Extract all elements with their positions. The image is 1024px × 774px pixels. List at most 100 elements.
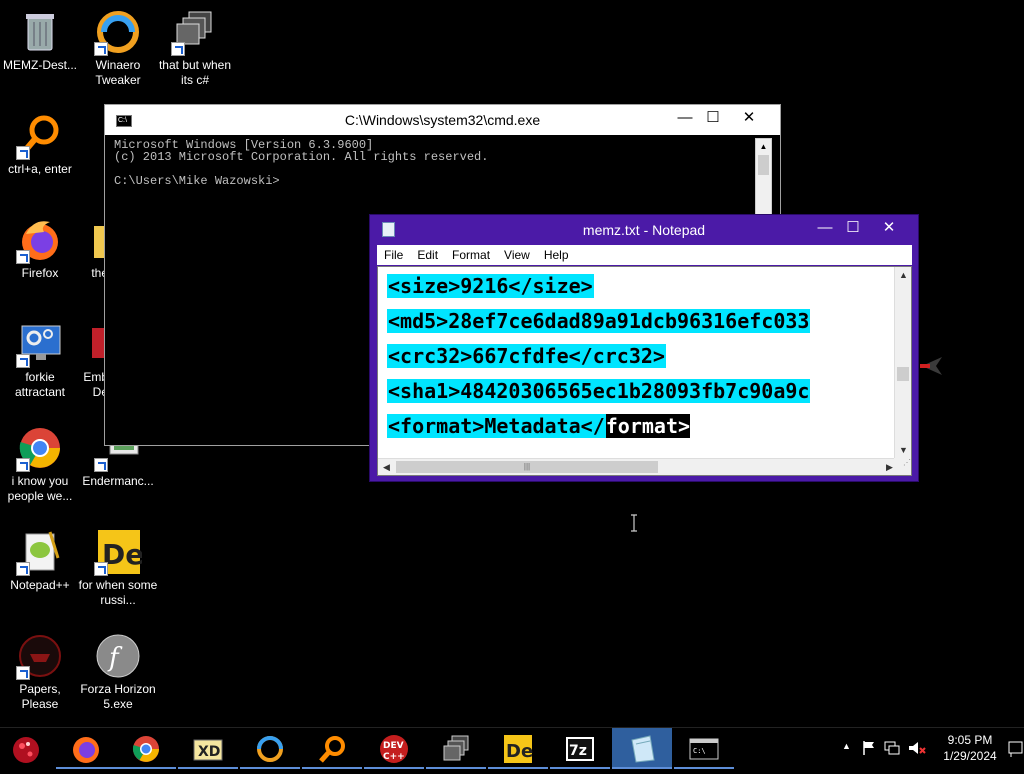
desktop-icon-recycle-bin[interactable]: MEMZ-Dest...	[0, 8, 80, 73]
maximize-button[interactable]: ☐	[838, 217, 868, 239]
desktop-icon-forza[interactable]: f Forza Horizon 5.exe	[78, 632, 158, 712]
taskbar-task-view[interactable]	[426, 728, 486, 769]
taskbar-de[interactable]: De	[488, 728, 548, 769]
icon-label: Forza Horizon 5.exe	[80, 682, 156, 711]
icon-label: for when some russi...	[78, 578, 158, 607]
desktop-icon-that-but[interactable]: that but when its c#	[155, 8, 235, 88]
cursor-trail-icon	[918, 355, 944, 377]
magnifier-icon	[16, 112, 64, 160]
recycle-bin-icon	[16, 8, 64, 56]
minimize-button[interactable]: —	[670, 107, 700, 129]
taskbar: XD DEV C++ De 7z C:\ ▲ 9:05 PM 1/29/2024	[0, 727, 1024, 769]
svg-text:C:\: C:\	[693, 747, 706, 755]
action-center-flag-icon[interactable]	[862, 740, 876, 759]
taskbar-search[interactable]	[302, 728, 362, 769]
icon-label: MEMZ-Dest...	[3, 58, 77, 72]
icon-label: ctrl+a, enter	[8, 162, 72, 176]
taskbar-firefox[interactable]	[56, 728, 116, 769]
cmd-scrollbar[interactable]: ▲	[755, 138, 772, 218]
show-hidden-icons-button[interactable]: ▲	[842, 741, 851, 751]
unselected-text: format>	[605, 414, 691, 438]
system-tray: ▲	[838, 728, 928, 769]
taskbar-xd[interactable]: XD	[178, 728, 238, 769]
taskbar-cmd[interactable]: C:\	[674, 728, 734, 769]
7zip-icon: 7z	[564, 734, 596, 764]
icon-label: i know you people we...	[7, 474, 73, 503]
taskbar-chrome[interactable]	[116, 728, 176, 769]
minimize-button[interactable]: —	[810, 217, 840, 239]
cmd-titlebar[interactable]: C:\ C:\Windows\system32\cmd.exe — ☐ ✕	[105, 105, 780, 135]
clock-time: 9:05 PM	[947, 733, 993, 747]
text-cursor-icon	[630, 514, 638, 532]
desktop-icon-firefox[interactable]: Firefox	[0, 216, 80, 281]
start-button[interactable]	[0, 728, 56, 769]
selected-text: <format>Metadata</	[387, 414, 606, 438]
scroll-thumb[interactable]: |||	[396, 461, 658, 473]
scroll-left-arrow-icon[interactable]: ◀	[378, 459, 395, 475]
clock[interactable]: 9:05 PM 1/29/2024	[930, 728, 1010, 769]
scroll-down-arrow-icon[interactable]: ▼	[895, 442, 911, 459]
cmd-output[interactable]: Microsoft Windows [Version 6.3.9600] (c)…	[105, 135, 780, 191]
desktop-icon-for-when[interactable]: De for when some russi...	[78, 528, 158, 608]
icon-label: Winaero Tweaker	[95, 58, 141, 87]
volume-muted-icon[interactable]	[908, 740, 926, 759]
vertical-scrollbar[interactable]: ▲ ▼	[894, 267, 911, 459]
desktop-icon-forkie[interactable]: forkie attractant	[0, 320, 80, 400]
desktop-icon-papers[interactable]: Papers, Please	[0, 632, 80, 712]
firefox-icon	[16, 216, 64, 264]
notepadpp-icon	[16, 528, 64, 576]
svg-text:XD: XD	[198, 744, 220, 760]
text-lines: <size>9216</size> <md5>28ef7ce6dad89a91d…	[387, 269, 885, 444]
notepad-text-area[interactable]: <size>9216</size> <md5>28ef7ce6dad89a91d…	[377, 266, 912, 476]
maximize-button[interactable]: ☐	[698, 107, 728, 129]
flash-icon: f	[94, 632, 142, 680]
taskbar-winaero[interactable]	[240, 728, 300, 769]
scroll-thumb[interactable]	[897, 367, 909, 381]
cmd-icon: C:\	[688, 734, 720, 764]
menu-file[interactable]: File	[377, 245, 410, 265]
menu-edit[interactable]: Edit	[410, 245, 445, 265]
icon-label: Firefox	[21, 266, 59, 280]
desktop-icon-notepadpp[interactable]: Notepad++	[0, 528, 80, 593]
icon-label: Notepad++	[10, 578, 70, 592]
desktop-icon-ctrl-a[interactable]: ctrl+a, enter	[0, 112, 80, 177]
xd-icon: XD	[192, 734, 224, 764]
text-line: <md5>28ef7ce6dad89a91dcb96316efc033	[387, 304, 885, 339]
chrome-icon	[16, 424, 64, 472]
settings-monitor-icon	[16, 320, 64, 368]
resize-grip-icon[interactable]: ⋰	[894, 458, 911, 475]
taskbar-notepad[interactable]	[612, 728, 672, 769]
scroll-up-arrow-icon[interactable]: ▲	[756, 139, 771, 155]
taskbar-devcpp[interactable]: DEV C++	[364, 728, 424, 769]
svg-text:De: De	[102, 538, 142, 571]
selected-text: <md5>28ef7ce6dad89a91dcb96316efc033	[387, 309, 811, 333]
notification-icon[interactable]	[1006, 728, 1024, 769]
notepad-window[interactable]: memz.txt - Notepad — ☐ ✕ File Edit Format V…	[369, 214, 919, 482]
de-icon: De	[94, 528, 144, 576]
papers-please-icon	[16, 632, 64, 680]
text-line: <size>9216</size>	[387, 269, 885, 304]
taskbar-7zip[interactable]: 7z	[550, 728, 610, 769]
horizontal-scrollbar[interactable]: ◀ ||| ▶	[378, 458, 898, 475]
desktop-icon-winaero[interactable]: Winaero Tweaker	[78, 8, 158, 88]
network-icon[interactable]	[884, 740, 900, 759]
scroll-thumb[interactable]	[758, 155, 769, 175]
close-button[interactable]: ✕	[874, 217, 904, 239]
svg-text:7z: 7z	[569, 743, 587, 759]
selected-text: <size>9216</size>	[387, 274, 594, 298]
windows-stack-icon	[171, 8, 219, 56]
menu-format[interactable]: Format	[445, 245, 497, 265]
close-button[interactable]: ✕	[734, 107, 764, 129]
notepad-menubar: File Edit Format View Help	[377, 245, 912, 265]
desktop-icon-chrome[interactable]: i know you people we...	[0, 424, 80, 504]
devcpp-icon: DEV C++	[378, 734, 410, 764]
icon-label: Papers, Please	[19, 682, 61, 711]
scroll-up-arrow-icon[interactable]: ▲	[895, 267, 911, 284]
winaero-icon	[94, 8, 142, 56]
menu-view[interactable]: View	[497, 245, 537, 265]
svg-text:DEV: DEV	[383, 741, 404, 751]
menu-help[interactable]: Help	[537, 245, 576, 265]
magnifier-icon	[316, 734, 348, 764]
de-icon: De	[502, 734, 534, 764]
notepad-titlebar[interactable]: memz.txt - Notepad — ☐ ✕	[370, 215, 918, 245]
